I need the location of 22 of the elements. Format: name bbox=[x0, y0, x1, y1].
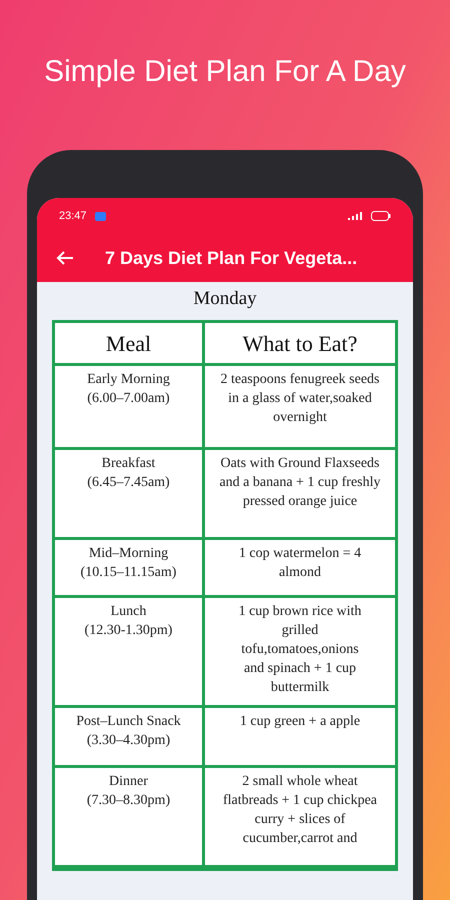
meal-cell: Post–Lunch Snack (3.30–4.30pm) bbox=[55, 708, 205, 768]
food-cell-text: Oats with Ground Flaxseeds and a banana + 1 cup freshly pressed orange juice bbox=[218, 455, 382, 511]
food-cell-text: 1 cop watermelon = 4 almond bbox=[238, 545, 362, 582]
day-heading: Monday bbox=[193, 287, 257, 311]
back-arrow-icon bbox=[56, 250, 74, 266]
meal-cell: Early Morning (6.00–7.00am) bbox=[55, 366, 205, 450]
food-cell-text: 1 cup brown rice with grilled tofu,tomatoes,onions and spinach + 1 cup buttermilk bbox=[238, 603, 362, 697]
column-header: Meal bbox=[55, 323, 205, 366]
battery-icon bbox=[371, 211, 391, 221]
meal-cell: Mid–Morning (10.15–11.15am) bbox=[55, 540, 205, 598]
column-header: What to Eat? bbox=[205, 323, 395, 366]
food-cell-text: 1 cup green + a apple bbox=[238, 713, 362, 731]
cloud-icon bbox=[94, 212, 106, 220]
meal-cell: Breakfast (6.45–7.45am) bbox=[55, 450, 205, 540]
headline: Simple Diet Plan For A Day bbox=[43, 54, 407, 90]
app-bar-title: 7 Days Diet Plan For Vegeta... bbox=[105, 246, 358, 270]
meal-cell: Dinner (7.30–8.30pm) bbox=[55, 768, 205, 868]
signal-icon bbox=[347, 211, 363, 221]
meal-cell: Lunch (12.30-1.30pm) bbox=[55, 598, 205, 708]
food-cell-text: 2 teaspoons fenugreek seeds in a glass of water,soaked overnight bbox=[220, 371, 380, 427]
food-cell-text: 2 small whole wheat flatbreads + 1 cup chickpea curry + slices of cucumber,carrot and bbox=[222, 773, 378, 848]
status-time: 23:47 bbox=[59, 208, 87, 224]
